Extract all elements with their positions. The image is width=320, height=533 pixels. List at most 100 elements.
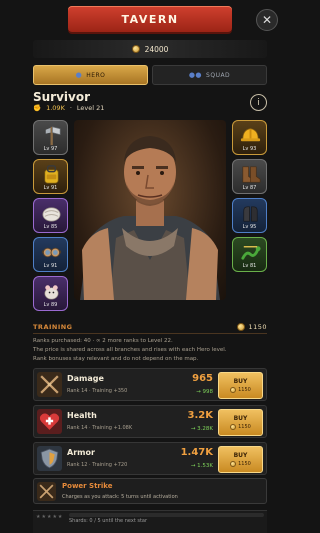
- stat-name: Health: [67, 411, 97, 420]
- stat-row-damage: Damage Rank 14 · Training +350 965 → 998…: [33, 368, 267, 401]
- buy-cost: 1150: [230, 387, 251, 393]
- equip-level: Lv 93: [242, 146, 257, 152]
- rat-icon: [44, 285, 59, 300]
- equip-slot-hardhat[interactable]: Lv 93: [232, 120, 267, 155]
- bandage-icon: [42, 207, 61, 222]
- title-banner: TAVERN: [68, 6, 232, 32]
- person-icon: ●: [75, 71, 83, 79]
- crossed-blades-icon: [37, 482, 56, 501]
- power-strike-row: Power Strike Charges as you attack: 5 tu…: [33, 478, 267, 504]
- backpack-icon: [44, 165, 59, 184]
- training-cost: 1150: [237, 323, 267, 331]
- info-button[interactable]: i: [250, 94, 267, 111]
- coin-icon: [237, 323, 246, 331]
- stat-next-value: → 3.28K: [190, 426, 213, 432]
- stat-value: 965: [192, 373, 213, 384]
- gloves-icon: [243, 206, 258, 222]
- coin-icon: [131, 45, 140, 53]
- stat-value: 1.47K: [180, 447, 213, 458]
- hardhat-icon: [240, 128, 261, 142]
- buy-cost-value: 1150: [238, 424, 251, 430]
- hero-meta: ✊ 1.09K · Level 21: [33, 104, 104, 112]
- currency-amount: 24000: [144, 44, 169, 54]
- hero-name: Survivor: [33, 90, 91, 104]
- training-desc-2: Rank bonuses stay relevant and do not de…: [33, 356, 199, 362]
- heart-icon: [37, 409, 62, 434]
- shards-row: ★★★★★ Shards: 0 / 5 until the next star: [33, 510, 267, 533]
- buy-cost: 1150: [230, 461, 251, 467]
- star-rating: ★★★★★: [36, 514, 64, 520]
- stat-name: Damage: [67, 374, 104, 383]
- equip-slot-rat[interactable]: Lv 89: [33, 276, 68, 311]
- equip-level: Lv 91: [43, 185, 58, 191]
- buy-label: BUY: [233, 415, 248, 422]
- stat-rank: Rank 14 · Training +350: [67, 388, 128, 394]
- buy-damage-button[interactable]: BUY 1150: [218, 372, 263, 399]
- tab-hero[interactable]: ● HERO: [33, 65, 148, 85]
- coin-icon: [230, 387, 237, 393]
- equip-level: Lv 87: [242, 185, 257, 191]
- close-button[interactable]: ✕: [256, 9, 278, 31]
- training-desc-1: The price is shared across all branches …: [33, 347, 227, 353]
- boots-icon: [242, 166, 261, 183]
- hero-portrait: [74, 120, 226, 300]
- tab-bar: ● HERO ●● SQUAD: [33, 65, 267, 85]
- axe-icon: [45, 126, 61, 146]
- equip-slot-gloves[interactable]: Lv 95: [232, 198, 267, 233]
- tab-squad[interactable]: ●● SQUAD: [152, 65, 267, 85]
- training-divider: [33, 333, 267, 334]
- equip-slot-boots[interactable]: Lv 87: [232, 159, 267, 194]
- training-info: Ranks purchased: 40 · ∞ 2 more ranks to …: [33, 338, 173, 344]
- tab-hero-label: HERO: [86, 71, 106, 79]
- equip-slot-snake[interactable]: Lv 81: [232, 237, 267, 272]
- stat-name: Armor: [67, 448, 95, 457]
- equip-level: Lv 89: [43, 302, 58, 308]
- buy-label: BUY: [233, 452, 248, 459]
- shards-text: Shards: 0 / 5 until the next star: [69, 518, 148, 524]
- buy-cost: 1150: [230, 424, 251, 430]
- power-icon: ✊: [33, 104, 42, 112]
- close-icon: ✕: [261, 13, 273, 27]
- equip-level: Lv 85: [43, 224, 58, 230]
- goggles-icon: [41, 247, 62, 258]
- training-cost-value: 1150: [248, 323, 267, 331]
- snake-icon: [241, 246, 261, 260]
- buy-armor-button[interactable]: BUY 1150: [218, 446, 263, 473]
- coin-icon: [230, 424, 237, 430]
- hero-power: 1.09K: [46, 104, 65, 112]
- stat-row-health: Health Rank 14 · Training +1.08K 3.2K → …: [33, 405, 267, 438]
- equip-level: Lv 91: [43, 263, 58, 269]
- survivor-portrait-icon: [80, 136, 220, 300]
- buy-health-button[interactable]: BUY 1150: [218, 409, 263, 436]
- hero-level: Level 21: [76, 104, 105, 112]
- shield-icon: [37, 446, 62, 471]
- stat-next-value: → 998: [196, 389, 213, 395]
- equip-level: Lv 81: [242, 263, 257, 269]
- buy-cost-value: 1150: [238, 461, 251, 467]
- stat-rank: Rank 12 · Training +720: [67, 462, 128, 468]
- equip-slot-backpack[interactable]: Lv 91: [33, 159, 68, 194]
- stat-rank: Rank 14 · Training +1.08K: [67, 425, 133, 431]
- equip-slot-goggles[interactable]: Lv 91: [33, 237, 68, 272]
- training-header: TRAINING 1150: [33, 323, 267, 331]
- buy-cost-value: 1150: [238, 387, 251, 393]
- power-strike-desc: Charges as you attack: 5 turns until act…: [62, 494, 178, 500]
- group-icon: ●●: [188, 71, 203, 79]
- equip-slot-axe[interactable]: Lv 97: [33, 120, 68, 155]
- shard-progress-bar: [69, 513, 264, 517]
- info-icon: i: [257, 97, 260, 108]
- page-title: TAVERN: [121, 12, 179, 26]
- crossed-swords-icon: [37, 372, 62, 397]
- buy-label: BUY: [233, 378, 248, 385]
- meta-separator: ·: [69, 104, 72, 112]
- equip-level: Lv 97: [43, 146, 58, 152]
- power-strike-name: Power Strike: [62, 482, 113, 490]
- training-title: TRAINING: [33, 323, 73, 331]
- equip-slot-bandage[interactable]: Lv 85: [33, 198, 68, 233]
- equip-level: Lv 95: [242, 224, 257, 230]
- currency-bar: 24000: [33, 40, 267, 58]
- tab-squad-label: SQUAD: [206, 71, 231, 79]
- stat-next-value: → 1.53K: [190, 463, 213, 469]
- stat-value: 3.2K: [187, 410, 213, 421]
- stat-row-armor: Armor Rank 12 · Training +720 1.47K → 1.…: [33, 442, 267, 475]
